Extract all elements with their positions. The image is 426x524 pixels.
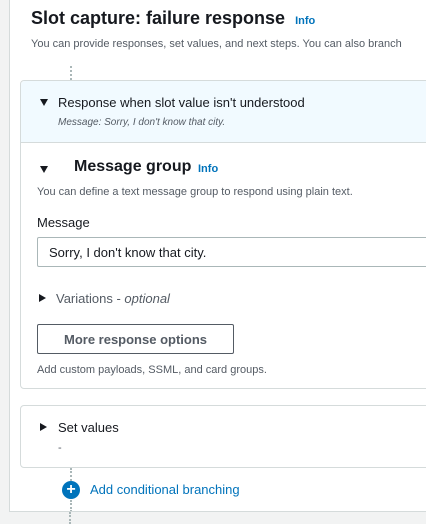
add-conditional-branching-link[interactable]: Add conditional branching: [90, 482, 240, 497]
flow-connector-bottom: [70, 500, 72, 511]
message-field-label: Message: [37, 215, 90, 230]
page-title: Slot capture: failure response: [31, 8, 286, 28]
message-group-title: Message group: [74, 158, 192, 175]
page-description: You can provide responses, set values, a…: [31, 38, 402, 50]
variations-toggle[interactable]: Variations - optional: [56, 291, 170, 306]
info-link[interactable]: Info: [295, 15, 315, 27]
flow-connector-top: [70, 66, 72, 80]
response-card-header[interactable]: Response when slot value isn't understoo…: [21, 81, 426, 143]
response-section-summary: Message: Sorry, I don't know that city.: [58, 117, 226, 128]
expand-caret-icon[interactable]: [40, 99, 48, 106]
response-card: Response when slot value isn't understoo…: [20, 80, 426, 389]
set-values-caret-icon[interactable]: [40, 423, 47, 431]
failure-response-panel: Slot capture: failure response Info You …: [9, 0, 426, 512]
flow-connector-tail: [69, 512, 71, 524]
flow-connector-middle: [70, 468, 72, 481]
set-values-card: Set values -: [20, 405, 426, 468]
variations-label: Variations -: [56, 291, 125, 306]
variations-caret-icon[interactable]: [39, 294, 46, 302]
variations-optional: optional: [124, 291, 170, 306]
response-section-label: Response when slot value isn't understoo…: [58, 95, 305, 110]
set-values-value: -: [58, 442, 62, 454]
set-values-label[interactable]: Set values: [58, 420, 119, 435]
more-response-options-button[interactable]: More response options: [37, 324, 234, 354]
message-group-description: You can define a text message group to r…: [37, 186, 353, 198]
message-input[interactable]: Sorry, I don't know that city.: [37, 237, 426, 267]
title-row: Slot capture: failure response Info: [31, 8, 426, 29]
add-branch-plus-icon[interactable]: +: [62, 481, 80, 499]
message-group-caret-icon[interactable]: [40, 166, 48, 173]
panel-header: Slot capture: failure response Info You …: [31, 8, 426, 50]
message-group-info-link[interactable]: Info: [198, 163, 218, 175]
more-options-hint: Add custom payloads, SSML, and card grou…: [37, 364, 267, 376]
